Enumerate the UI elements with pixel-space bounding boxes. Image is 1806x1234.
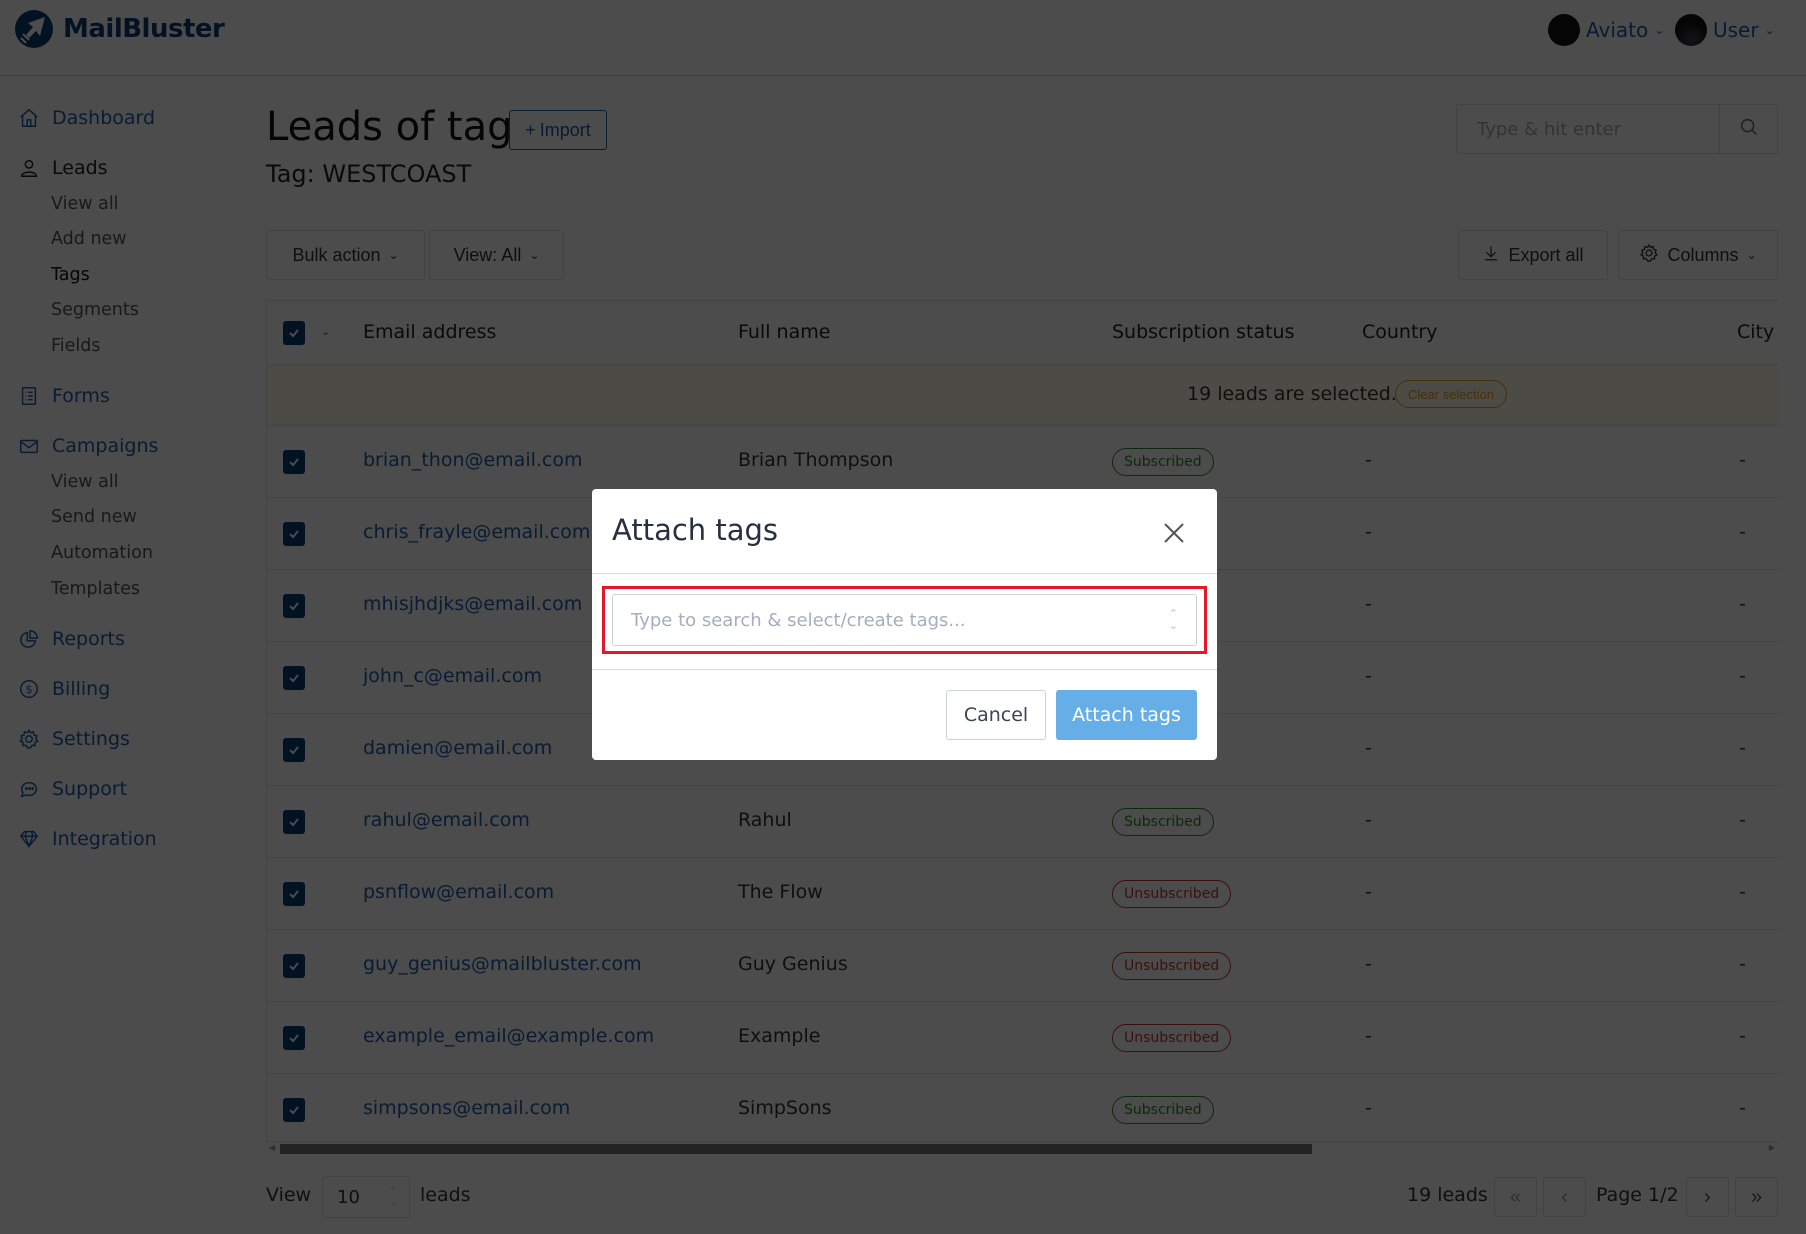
updown-icon: ⌃⌄ — [1168, 607, 1178, 632]
attach-tags-button[interactable]: Attach tags — [1056, 690, 1197, 740]
app: MailBluster Aviato ⌄ User ⌄ Dashboard Le… — [0, 0, 1806, 1234]
modal-title: Attach tags — [612, 513, 779, 547]
cancel-button[interactable]: Cancel — [946, 690, 1046, 740]
tag-select[interactable]: ⌃⌄ — [612, 594, 1197, 646]
tag-search-input[interactable] — [613, 609, 1133, 631]
close-icon — [1164, 523, 1184, 543]
divider — [592, 669, 1217, 670]
divider — [592, 573, 1217, 574]
attach-tags-modal: Attach tags ⌃⌄ Cancel Attach tags — [592, 489, 1217, 760]
close-button[interactable] — [1160, 519, 1188, 547]
